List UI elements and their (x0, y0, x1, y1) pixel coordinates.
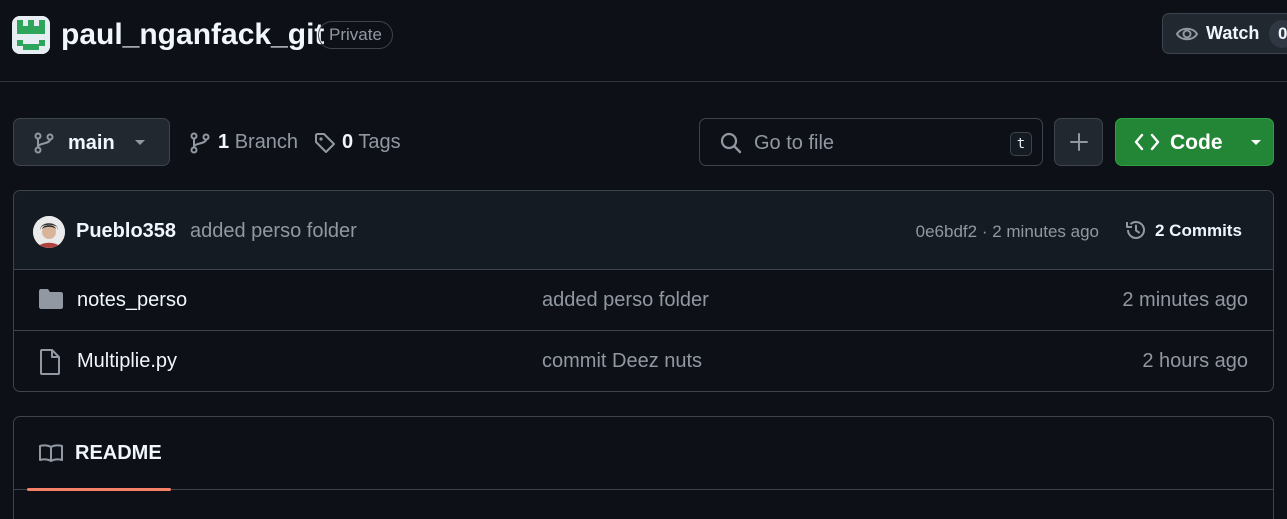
go-to-file-input[interactable]: Go to file t (699, 118, 1043, 166)
plus-icon (1070, 133, 1088, 151)
file-commit-time: 2 hours ago (1142, 350, 1248, 372)
latest-commit-bar: Pueblo358 added perso folder 0e6bdf2 · 2… (14, 191, 1273, 270)
go-to-file-placeholder: Go to file (754, 132, 835, 154)
readme-tab-label: README (75, 442, 162, 464)
branch-selector-button[interactable]: main (13, 118, 170, 166)
search-icon (720, 132, 742, 154)
readme-tab-bar: README (14, 417, 1273, 491)
code-icon (1134, 133, 1160, 151)
branch-label: Branch (234, 131, 299, 153)
book-icon (39, 444, 63, 462)
author-avatar[interactable] (33, 216, 65, 248)
file-commit-time: 2 minutes ago (1122, 289, 1248, 311)
readme-panel: README (13, 416, 1274, 519)
file-commit-message[interactable]: added perso folder (542, 289, 709, 312)
eye-icon (1175, 27, 1199, 41)
commit-message[interactable]: added perso folder (190, 220, 357, 243)
repo-page: paul_nganfack_git Private Watch 0 main 1… (0, 0, 1287, 519)
file-name[interactable]: notes_perso (77, 289, 187, 312)
tag-label: Tags (358, 131, 401, 153)
folder-icon (39, 289, 63, 309)
repo-header: paul_nganfack_git Private Watch 0 (0, 0, 1287, 82)
watch-count: 0 (1269, 20, 1287, 48)
file-commit-message[interactable]: commit Deez nuts (542, 350, 702, 373)
branches-link[interactable]: 1 Branch (190, 131, 298, 154)
history-icon (1126, 221, 1145, 239)
file-name[interactable]: Multiplie.py (77, 350, 177, 373)
chevron-down-icon (1251, 140, 1261, 145)
tab-readme[interactable]: README (27, 417, 171, 491)
branch-count: 1 (218, 131, 230, 153)
tag-icon (315, 133, 335, 153)
active-tab-indicator (27, 488, 171, 491)
visibility-badge: Private (318, 21, 393, 49)
repo-owner-avatar[interactable] (12, 16, 50, 54)
file-icon (40, 349, 60, 375)
commit-sha-and-time[interactable]: 0e6bdf2 · 2 minutes ago (916, 222, 1099, 242)
tag-count: 0 (342, 131, 354, 153)
code-button[interactable]: Code (1115, 118, 1274, 166)
watch-label: Watch (1206, 23, 1260, 43)
commits-history-link[interactable]: 2 Commits (1124, 218, 1242, 247)
commits-count-label: 2 Commits (1155, 221, 1242, 240)
tags-link[interactable]: 0 Tags (314, 131, 401, 154)
file-row[interactable]: Multiplie.py commit Deez nuts 2 hours ag… (14, 331, 1273, 391)
code-label: Code (1170, 131, 1223, 154)
add-file-button[interactable] (1054, 118, 1103, 166)
repo-name[interactable]: paul_nganfack_git (61, 17, 324, 53)
keyboard-shortcut-hint: t (1010, 132, 1032, 156)
commit-author[interactable]: Pueblo358 (76, 220, 176, 243)
file-row[interactable]: notes_perso added perso folder 2 minutes… (14, 270, 1273, 331)
watch-button[interactable]: Watch 0 (1162, 13, 1287, 54)
chevron-down-icon (135, 140, 145, 145)
file-browser: Pueblo358 added perso folder 0e6bdf2 · 2… (13, 190, 1274, 392)
git-branch-icon (34, 132, 54, 154)
branch-name: main (68, 132, 115, 154)
git-branch-icon (190, 132, 210, 154)
